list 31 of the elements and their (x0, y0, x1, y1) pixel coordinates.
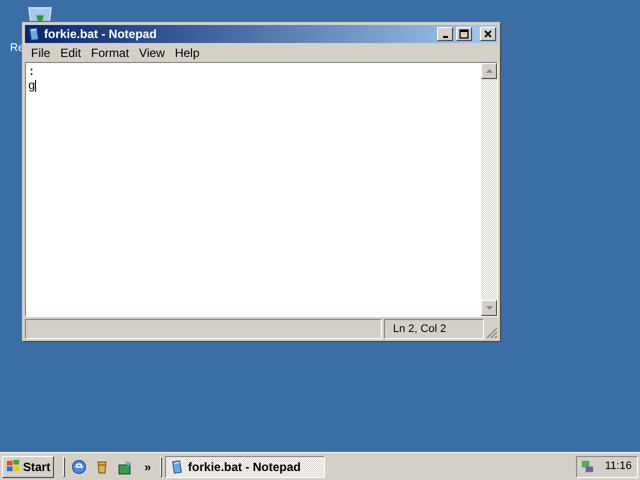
application-icon[interactable] (117, 458, 134, 474)
vertical-scrollbar[interactable] (481, 63, 497, 316)
scroll-up-button[interactable] (481, 63, 497, 79)
network-icon[interactable] (580, 459, 595, 474)
down-arrow-icon (486, 306, 492, 310)
browser-icon[interactable] (71, 458, 88, 474)
text-line: g (28, 79, 36, 93)
more-chevron-button[interactable]: » (144, 460, 152, 472)
close-button[interactable] (480, 27, 496, 41)
menu-item[interactable]: File (26, 44, 56, 62)
maximize-icon (459, 29, 469, 39)
clock: 11:16 (605, 459, 632, 474)
minimize-button[interactable] (437, 27, 453, 41)
start-button[interactable]: Start (2, 456, 54, 478)
notepad-icon (27, 27, 41, 41)
up-arrow-icon (486, 69, 492, 73)
menu-item[interactable]: Edit (55, 44, 86, 62)
text-line: : (28, 65, 36, 79)
taskbar-button[interactable]: forkie.bat - Notepad (165, 456, 326, 478)
close-icon (483, 29, 493, 39)
minimize-icon (442, 36, 448, 38)
resize-grip-icon[interactable] (486, 327, 498, 339)
cursor-position: Ln 2, Col 2 (393, 322, 446, 337)
menu-item[interactable]: Format (86, 44, 134, 62)
windows-logo-icon (6, 459, 21, 474)
notepad-icon (170, 460, 184, 474)
maximize-button[interactable] (456, 27, 472, 41)
menu-item[interactable]: View (134, 44, 170, 62)
menu-item[interactable]: Help (170, 44, 205, 62)
window-title: forkie.bat - Notepad (44, 26, 158, 43)
scroll-down-button[interactable] (481, 300, 497, 316)
